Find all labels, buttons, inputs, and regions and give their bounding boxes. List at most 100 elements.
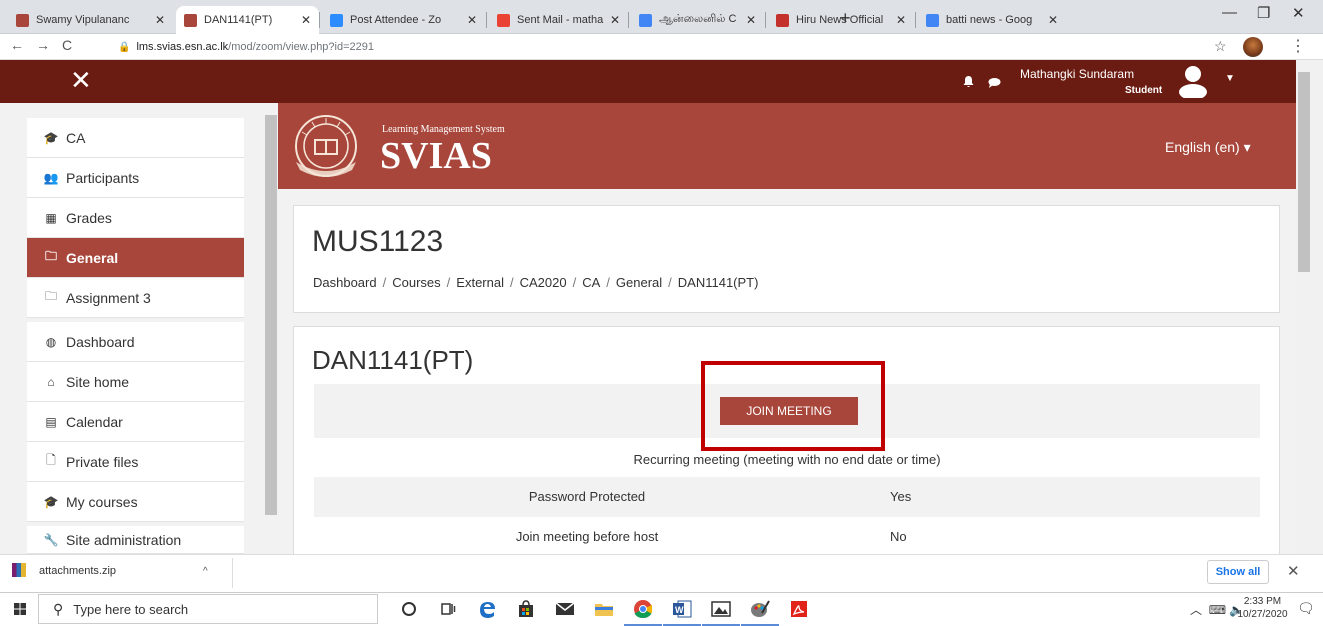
close-tab-icon[interactable]: ✕: [746, 13, 756, 27]
drawer-item[interactable]: 🎓 My courses: [27, 482, 244, 522]
close-tab-icon[interactable]: ✕: [610, 13, 620, 27]
close-tab-icon[interactable]: ✕: [155, 13, 165, 27]
folder-icon: 🗀: [44, 289, 57, 303]
folder-icon: 🗀: [44, 249, 57, 263]
close-window-button[interactable]: ✕: [1292, 4, 1305, 22]
breadcrumb-link[interactable]: DAN1141(PT): [678, 275, 759, 290]
browser-tab[interactable]: ஆன்லைனில் C ✕: [631, 6, 764, 34]
table-icon: ▦: [45, 210, 57, 225]
close-tab-icon[interactable]: ✕: [1048, 13, 1058, 27]
drawer-item[interactable]: 🔧 Site administration: [27, 526, 244, 554]
action-center-icon[interactable]: 🗨: [1297, 600, 1315, 617]
breadcrumb-link[interactable]: General: [616, 275, 662, 290]
browser-tab[interactable]: DAN1141(PT) ✕: [176, 6, 319, 34]
reload-icon[interactable]: C: [62, 37, 72, 53]
breadcrumb-separator: /: [606, 275, 610, 290]
pdf-reader-icon[interactable]: [788, 598, 810, 620]
mail-icon[interactable]: [554, 598, 576, 620]
url-host: lms.svias.esn.ac.lk: [136, 41, 229, 53]
drawer-scrollbar-thumb[interactable]: [265, 115, 277, 515]
breadcrumb-link[interactable]: External: [456, 275, 504, 290]
drawer-item[interactable]: 👥 Participants: [27, 158, 244, 198]
breadcrumb-link[interactable]: Courses: [392, 275, 440, 290]
taskbar-search-box[interactable]: ⚲ Type here to search: [38, 594, 378, 624]
windows-start-icon[interactable]: [14, 603, 26, 615]
download-options-chevron-icon[interactable]: ^: [203, 566, 208, 577]
word-icon[interactable]: W: [663, 598, 701, 626]
taskbar-clock[interactable]: 2:33 PM 10/27/2020: [1230, 595, 1295, 621]
user-name[interactable]: Mathangki Sundaram: [1020, 67, 1134, 81]
drawer-item-label: General: [66, 249, 119, 266]
drawer-item[interactable]: ⌂ Site home: [27, 362, 244, 402]
browser-tab[interactable]: Swamy Vipulananc ✕: [8, 6, 173, 34]
zip-file-icon[interactable]: [12, 563, 26, 577]
meeting-info-row: Join meeting before host No: [314, 517, 1260, 557]
browser-tab[interactable]: batti news - Goog ✕: [918, 6, 1066, 34]
forward-icon[interactable]: →: [36, 37, 50, 53]
drawer-item-label: Grades: [66, 209, 112, 226]
close-drawer-icon[interactable]: ✕: [70, 65, 92, 96]
paint-icon[interactable]: [741, 598, 779, 626]
browser-tab[interactable]: Sent Mail - mathar ✕: [489, 6, 628, 34]
show-hidden-icons-chevron-icon[interactable]: ︿: [1190, 603, 1202, 617]
browser-menu-icon[interactable]: ⋮: [1290, 36, 1306, 56]
breadcrumb-link[interactable]: CA2020: [520, 275, 567, 290]
user-role: Student: [1125, 85, 1163, 96]
url-field[interactable]: 🔒 lms.svias.esn.ac.lk/mod/zoom/view.php?…: [118, 37, 1198, 57]
user-avatar-icon[interactable]: [1178, 64, 1208, 98]
taskbar-search-placeholder: Type here to search: [73, 601, 189, 617]
users-icon: 👥: [43, 170, 59, 185]
info-label: Join meeting before host: [515, 529, 659, 544]
messages-icon[interactable]: [988, 77, 1001, 88]
breadcrumb-link[interactable]: CA: [582, 275, 600, 290]
course-header-card: [293, 205, 1280, 313]
close-tab-icon[interactable]: ✕: [896, 13, 906, 27]
breadcrumb-link[interactable]: Dashboard: [313, 275, 377, 290]
wrench-icon: 🔧: [43, 532, 59, 547]
breadcrumb-separator: /: [382, 275, 387, 290]
breadcrumb-separator: /: [509, 275, 514, 290]
lock-icon: 🔒: [118, 41, 131, 53]
file-explorer-icon[interactable]: [593, 598, 615, 620]
photos-icon[interactable]: [702, 598, 740, 626]
drawer-item-label: Calendar: [66, 413, 123, 430]
notification-bell-icon[interactable]: [962, 75, 975, 88]
drawer-item[interactable]: ◍ Dashboard: [27, 322, 244, 362]
task-view-icon[interactable]: [437, 598, 459, 620]
close-downloads-bar-icon[interactable]: ✕: [1287, 562, 1300, 580]
drawer-item[interactable]: ▦ Grades: [27, 198, 244, 238]
page-scrollbar-thumb[interactable]: [1298, 72, 1310, 272]
svias-logo[interactable]: Learning Management System SVIAS: [290, 110, 560, 182]
user-menu-chevron-icon[interactable]: ▼: [1225, 73, 1235, 84]
maximize-button[interactable]: ❐: [1257, 4, 1270, 22]
meeting-title: DAN1141(PT): [312, 345, 474, 375]
profile-avatar[interactable]: [1243, 37, 1263, 57]
logo-small-text: Learning Management System: [382, 124, 505, 135]
close-tab-icon[interactable]: ✕: [467, 13, 477, 27]
close-tab-icon[interactable]: ✕: [301, 13, 311, 27]
download-file-name[interactable]: attachments.zip: [39, 565, 116, 577]
back-icon[interactable]: ←: [10, 37, 24, 53]
breadcrumb-separator: /: [572, 275, 577, 290]
browser-tab[interactable]: Post Attendee - Zo ✕: [322, 6, 485, 34]
drawer-item[interactable]: 🗀 Assignment 3: [27, 278, 244, 318]
edge-browser-icon[interactable]: [476, 598, 498, 620]
new-tab-button[interactable]: +: [840, 8, 851, 29]
store-icon[interactable]: [515, 598, 537, 620]
drawer-item[interactable]: ▤ Calendar: [27, 402, 244, 442]
tab-separator: [628, 12, 629, 28]
minimize-button[interactable]: —: [1222, 4, 1237, 21]
language-selector[interactable]: English (en) ▾: [1165, 139, 1251, 156]
drawer-item[interactable]: 🗋 Private files: [27, 442, 244, 482]
info-value: No: [890, 529, 907, 544]
language-label: English (en): [1165, 139, 1240, 155]
bookmark-star-icon[interactable]: ☆: [1214, 38, 1227, 55]
network-icon[interactable]: ⌨: [1209, 603, 1226, 617]
show-all-downloads-button[interactable]: Show all: [1207, 560, 1269, 584]
info-value: Yes: [890, 489, 912, 504]
info-label: Password Protected: [528, 489, 646, 504]
chrome-icon[interactable]: [624, 598, 662, 626]
drawer-item[interactable]: 🗀 General: [27, 238, 244, 278]
drawer-item[interactable]: 🎓 CA: [27, 118, 244, 158]
cortana-icon[interactable]: [398, 598, 420, 620]
